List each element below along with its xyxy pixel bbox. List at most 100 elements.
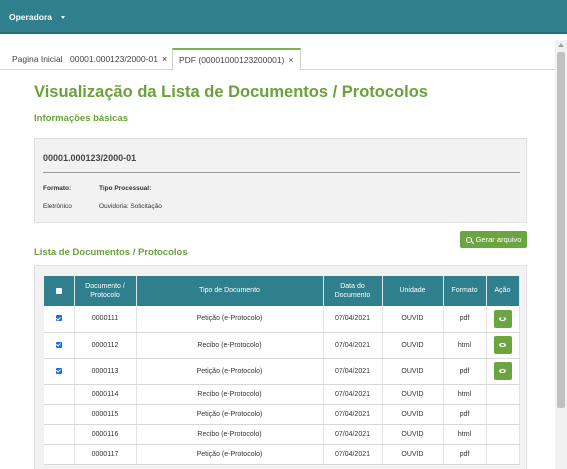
- column-header-date: Data do Documento: [323, 276, 383, 306]
- document-format: pdf: [443, 306, 487, 333]
- vertical-scrollbar[interactable]: [555, 40, 567, 469]
- row-select-cell[interactable]: [44, 306, 75, 333]
- scrollbar-thumb[interactable]: [557, 52, 565, 408]
- page-title: Visualização da Lista de Documentos / Pr…: [34, 83, 428, 101]
- divider: [43, 172, 520, 173]
- action-cell: [486, 332, 520, 359]
- document-unit: OUVID: [382, 424, 444, 445]
- action-cell: [486, 424, 520, 445]
- document-type: Petição (e-Protocolo): [136, 444, 324, 465]
- row-select-cell: [44, 384, 75, 405]
- table-row: 0000111 Petição (e-Protocolo) 07/04/2021…: [44, 306, 520, 333]
- select-all-checkbox[interactable]: [55, 287, 62, 294]
- tab-home-label: Pagina Inicial: [12, 54, 63, 64]
- document-unit: OUVID: [382, 444, 444, 465]
- generate-file-button[interactable]: Gerar arquivo: [460, 231, 527, 248]
- document-unit: OUVID: [382, 306, 444, 333]
- document-type: Petição (e-Protocolo): [136, 358, 324, 385]
- top-navbar: Operadora: [0, 0, 567, 34]
- document-unit: OUVID: [382, 358, 444, 385]
- document-number: 0000112: [74, 332, 137, 359]
- table-row: 0000116 Recibo (e-Protocolo) 07/04/2021 …: [44, 424, 520, 445]
- table-row: 0000115 Petição (e-Protocolo) 07/04/2021…: [44, 404, 520, 425]
- scroll-up-arrow-icon[interactable]: [558, 43, 564, 47]
- document-unit: OUVID: [382, 384, 444, 405]
- column-header-document-line2: Protocolo: [90, 292, 120, 299]
- document-date: 07/04/2021: [323, 358, 383, 385]
- row-select-cell: [44, 424, 75, 445]
- document-number: 0000115: [74, 404, 137, 425]
- column-header-unit: Unidade: [382, 276, 444, 306]
- column-header-format: Formato: [443, 276, 487, 306]
- document-list-heading: Lista de Documentos / Protocolos: [34, 247, 188, 258]
- basic-info-heading: Informações básicas: [34, 113, 128, 124]
- document-date: 07/04/2021: [323, 404, 383, 425]
- column-header-date-line1: Data do: [340, 282, 365, 290]
- document-type: Petição (e-Protocolo): [136, 306, 324, 333]
- table-row: 0000112 Recibo (e-Protocolo) 07/04/2021 …: [44, 332, 520, 359]
- document-type: Recibo (e-Protocolo): [136, 332, 324, 359]
- column-header-date-line2: Documento: [334, 292, 371, 299]
- action-cell: [486, 384, 520, 405]
- action-cell: [486, 358, 520, 385]
- row-select-cell[interactable]: [44, 332, 75, 359]
- document-unit: OUVID: [382, 404, 444, 425]
- document-date: 07/04/2021: [323, 424, 383, 445]
- search-icon: [465, 236, 472, 243]
- eye-icon: [499, 342, 506, 348]
- table-row: 0000114 Recibo (e-Protocolo) 07/04/2021 …: [44, 384, 520, 405]
- column-header-document-line1: Documento /: [85, 282, 125, 290]
- generate-file-label: Gerar arquivo: [475, 235, 522, 244]
- document-date: 07/04/2021: [323, 384, 383, 405]
- column-header-document: Documento / Protocolo: [74, 276, 137, 306]
- table-row: 0000113 Petição (e-Protocolo) 07/04/2021…: [44, 358, 520, 385]
- basic-info-panel: 00001.000123/2000-01 Formato: Tipo Proce…: [34, 138, 527, 223]
- document-number: 0000113: [74, 358, 137, 385]
- tab-home[interactable]: Pagina Inicial: [6, 48, 69, 70]
- document-type: Recibo (e-Protocolo): [136, 424, 324, 445]
- select-all-header[interactable]: [44, 276, 75, 306]
- action-cell: [486, 444, 520, 465]
- process-type-value: Ouvidoria: Solicitação: [99, 203, 162, 210]
- document-table: Documento / Protocolo Tipo de Documento D…: [44, 276, 520, 465]
- document-format: html: [443, 384, 487, 405]
- row-checkbox[interactable]: [55, 367, 62, 374]
- action-cell: [486, 306, 520, 333]
- column-header-action: Ação: [486, 276, 520, 306]
- document-type: Petição (e-Protocolo): [136, 404, 324, 425]
- view-button[interactable]: [493, 336, 512, 354]
- document-number: 0000114: [74, 384, 137, 405]
- view-button[interactable]: [493, 309, 512, 328]
- document-number: 0000116: [74, 424, 137, 445]
- process-type-label: Tipo Processual:: [99, 185, 152, 192]
- document-format: pdf: [443, 358, 487, 385]
- tab-process-label: 00001.000123/2000-01: [70, 54, 158, 64]
- row-checkbox[interactable]: [55, 341, 62, 348]
- view-button[interactable]: [493, 362, 512, 380]
- tab-pdf[interactable]: PDF (00001000123200001) ×: [172, 48, 301, 71]
- tab-bar: Pagina Inicial 00001.000123/2000-01 × PD…: [0, 48, 555, 71]
- close-icon[interactable]: ×: [288, 55, 293, 65]
- tab-pdf-label: PDF (00001000123200001): [179, 55, 285, 65]
- eye-icon: [499, 316, 506, 321]
- document-unit: OUVID: [382, 332, 444, 359]
- row-select-cell: [44, 404, 75, 425]
- document-date: 07/04/2021: [323, 306, 383, 333]
- eye-icon: [499, 368, 506, 374]
- operator-menu-label: Operadora: [9, 12, 52, 22]
- document-format: pdf: [443, 404, 487, 425]
- table-header-row: Documento / Protocolo Tipo de Documento D…: [44, 276, 520, 306]
- close-icon[interactable]: ×: [162, 54, 167, 64]
- table-row: 0000117 Petição (e-Protocolo) 07/04/2021…: [44, 444, 520, 465]
- row-select-cell[interactable]: [44, 358, 75, 385]
- chevron-down-icon: [61, 15, 65, 19]
- row-checkbox[interactable]: [55, 315, 62, 322]
- document-format: html: [443, 332, 487, 359]
- document-type: Recibo (e-Protocolo): [136, 384, 324, 405]
- document-table-panel: Documento / Protocolo Tipo de Documento D…: [34, 265, 527, 469]
- tab-process[interactable]: 00001.000123/2000-01 ×: [64, 48, 173, 70]
- document-format: html: [443, 424, 487, 445]
- operator-menu[interactable]: Operadora: [9, 12, 65, 22]
- row-select-cell: [44, 444, 75, 465]
- action-cell: [486, 404, 520, 425]
